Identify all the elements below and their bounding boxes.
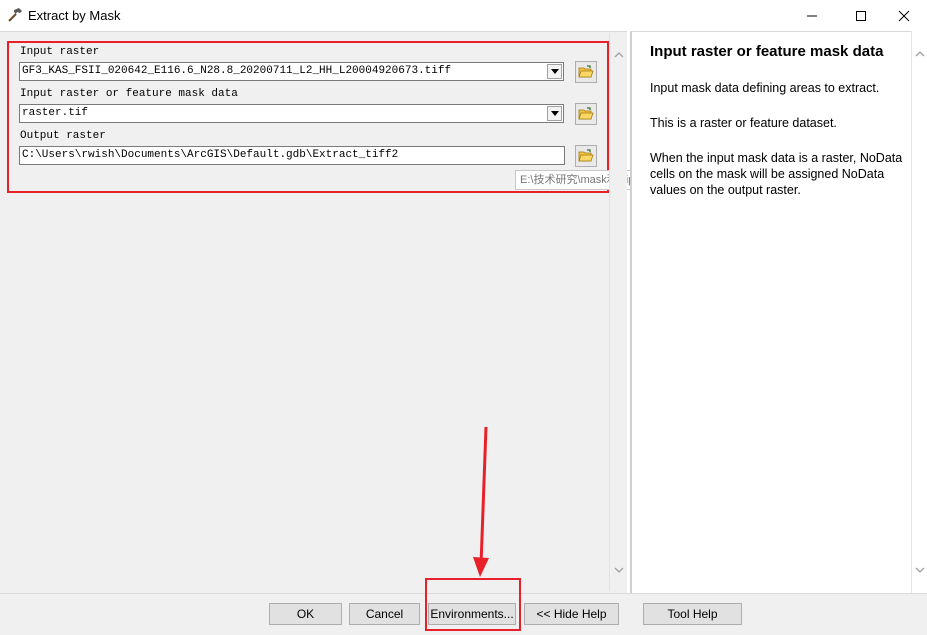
mask-data-field[interactable]: raster.tif <box>19 104 564 123</box>
help-paragraph-1: Input mask data defining areas to extrac… <box>650 81 880 95</box>
help-title: Input raster or feature mask data <box>650 43 884 60</box>
scroll-up-icon[interactable] <box>914 48 926 60</box>
open-folder-icon <box>578 107 594 120</box>
output-raster-field[interactable]: C:\Users\rwish\Documents\ArcGIS\Default.… <box>19 146 565 165</box>
input-raster-dropdown[interactable] <box>547 64 562 79</box>
hide-help-button[interactable]: << Hide Help <box>524 603 619 625</box>
chevron-down-icon <box>550 69 559 74</box>
input-raster-label: Input raster <box>20 46 100 58</box>
close-button[interactable] <box>881 0 927 31</box>
parameters-scrollbar[interactable] <box>609 33 627 591</box>
help-scrollbar[interactable] <box>911 31 927 593</box>
open-folder-icon <box>578 149 594 162</box>
ok-button[interactable]: OK <box>269 603 342 625</box>
tool-help-button[interactable]: Tool Help <box>643 603 742 625</box>
maximize-icon <box>856 10 866 21</box>
environments-button[interactable]: Environments... <box>428 603 516 625</box>
output-raster-label: Output raster <box>20 130 106 142</box>
open-folder-icon <box>578 65 594 78</box>
close-icon <box>898 10 910 21</box>
scroll-up-icon[interactable] <box>613 49 625 61</box>
chevron-down-icon <box>550 111 559 116</box>
minimize-icon <box>807 15 817 16</box>
scroll-down-icon[interactable] <box>914 564 926 576</box>
mask-data-dropdown[interactable] <box>547 106 562 121</box>
annotation-arrow-icon <box>473 426 489 577</box>
help-panel: Input raster or feature mask data Input … <box>630 31 911 593</box>
help-paragraph-3: When the input mask data is a raster, No… <box>650 151 903 197</box>
window-title: Extract by Mask <box>28 8 121 23</box>
title-bar: Extract by Mask <box>0 0 927 31</box>
mask-data-label: Input raster or feature mask data <box>20 88 238 100</box>
hammer-icon <box>8 8 22 22</box>
maximize-button[interactable] <box>838 0 884 31</box>
scroll-down-icon[interactable] <box>613 564 625 576</box>
output-raster-browse-button[interactable] <box>575 145 597 167</box>
mask-data-browse-button[interactable] <box>575 103 597 125</box>
input-raster-browse-button[interactable] <box>575 61 597 83</box>
input-raster-field[interactable]: GF3_KAS_FSII_020642_E116.6_N28.8_2020071… <box>19 62 564 81</box>
cancel-button[interactable]: Cancel <box>349 603 420 625</box>
help-paragraph-2: This is a raster or feature dataset. <box>650 116 837 130</box>
minimize-button[interactable] <box>789 0 835 31</box>
